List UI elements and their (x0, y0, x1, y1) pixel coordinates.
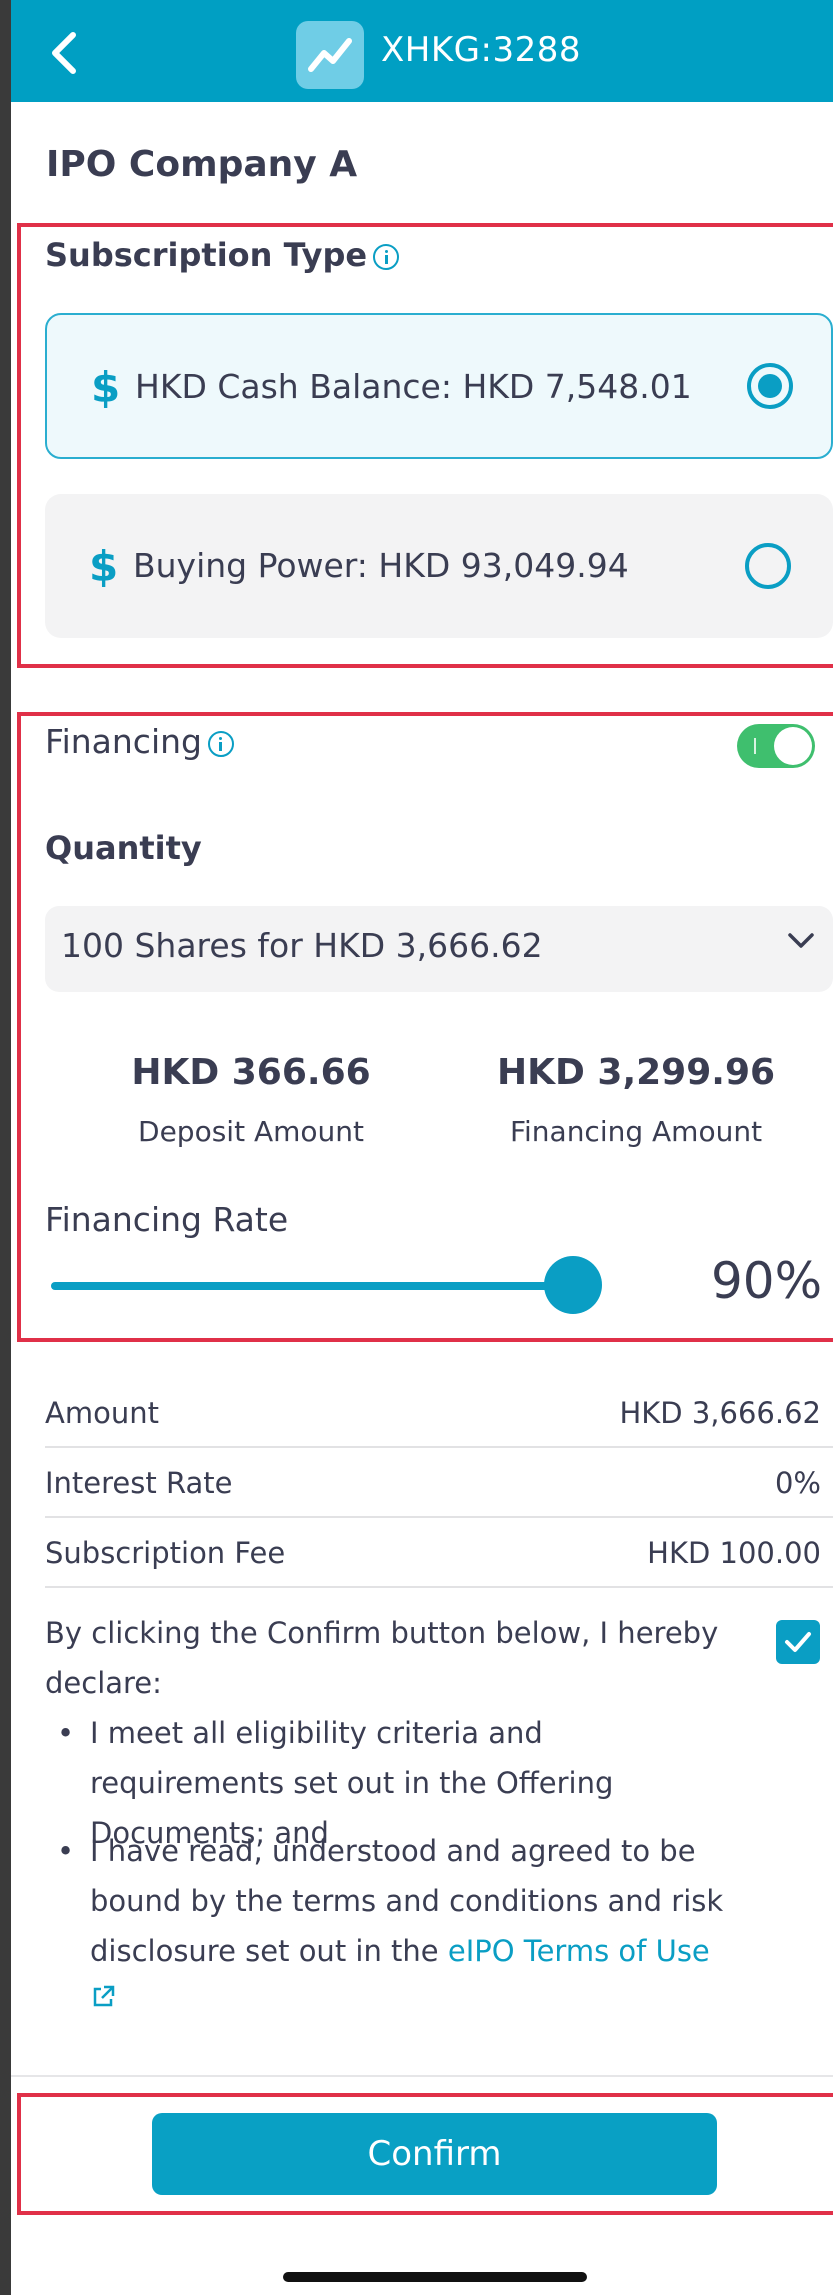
financing-amount-value: HKD 3,299.96 (496, 1052, 776, 1093)
financing-text: Financing (45, 722, 202, 761)
confirm-button[interactable]: Confirm (152, 2113, 717, 2195)
bullet-dot: • (57, 1834, 75, 1868)
declaration-checkbox[interactable] (776, 1620, 820, 1664)
option-label: HKD Cash Balance: HKD 7,548.01 (135, 367, 692, 406)
financing-rate-value: 90% (711, 1252, 823, 1310)
option-cash-balance[interactable]: $ HKD Cash Balance: HKD 7,548.01 (45, 313, 833, 459)
financing-toggle[interactable] (737, 724, 815, 768)
subscription-type-title: Subscription Type (45, 236, 400, 274)
dollar-icon: $ (89, 542, 119, 591)
toggle-knob (774, 727, 812, 765)
back-button[interactable] (37, 26, 91, 80)
declaration-bullet-1: • I meet all eligibility criteria and re… (45, 1708, 745, 1850)
row-value: HKD 3,666.62 (619, 1396, 821, 1430)
footer-divider (11, 2075, 833, 2077)
row-label: Interest Rate (45, 1466, 233, 1500)
financing-rate-label: Financing Rate (45, 1200, 289, 1239)
financing-rate-track[interactable] (51, 1282, 573, 1290)
screen: XHKG:3288 IPO Company A Subscription Typ… (11, 0, 833, 2295)
bullet-dot: • (57, 1716, 75, 1750)
financing-amount-label: Financing Amount (509, 1115, 763, 1148)
deposit-amount-label: Deposit Amount (138, 1115, 364, 1148)
stock-logo (296, 21, 364, 89)
left-edge-strip (0, 0, 11, 2295)
deposit-amount-value: HKD 366.66 (131, 1052, 371, 1093)
quantity-title: Quantity (45, 829, 202, 867)
trend-chart-icon (308, 38, 352, 72)
bullet-text: I have read, understood and agreed to be… (90, 1826, 740, 2026)
dollar-icon: $ (91, 363, 121, 412)
subscription-type-label: Subscription Type (45, 236, 368, 274)
declaration-intro: By clicking the Confirm button below, I … (45, 1616, 719, 1700)
option-buying-power[interactable]: $ Buying Power: HKD 93,049.94 (45, 494, 833, 638)
info-icon[interactable] (207, 730, 234, 757)
top-bar: XHKG:3288 (11, 0, 833, 102)
row-label: Subscription Fee (45, 1536, 286, 1570)
radio-selected[interactable] (747, 363, 793, 409)
toggle-on-mark (754, 738, 756, 754)
financing-label: Financing (45, 722, 234, 761)
row-value: 0% (774, 1466, 821, 1500)
info-icon[interactable] (373, 244, 400, 270)
financing-rate-thumb[interactable] (544, 1256, 602, 1314)
chevron-left-icon (52, 32, 76, 74)
company-name: IPO Company A (46, 144, 358, 185)
summary-row-interest-rate: Interest Rate 0% (45, 1448, 833, 1518)
stock-code-title: XHKG:3288 (381, 30, 581, 70)
financing-highlight (17, 712, 833, 1342)
quantity-value: 100 Shares for HKD 3,666.62 (61, 926, 543, 965)
summary-row-subscription-fee: Subscription Fee HKD 100.00 (45, 1518, 833, 1588)
radio-unselected[interactable] (745, 543, 791, 589)
row-label: Amount (45, 1396, 159, 1430)
checkmark-icon (785, 1632, 811, 1652)
quantity-select[interactable]: 100 Shares for HKD 3,666.62 (45, 906, 833, 992)
row-value: HKD 100.00 (647, 1536, 821, 1570)
eipo-terms-link-label: eIPO Terms of Use (447, 1934, 710, 1968)
declaration-bullet-2: • I have read, understood and agreed to … (45, 1826, 745, 2007)
summary-row-amount: Amount HKD 3,666.62 (45, 1378, 833, 1448)
home-indicator (283, 2272, 587, 2282)
chevron-down-icon (788, 933, 814, 948)
external-link-icon (93, 1985, 115, 2007)
option-label: Buying Power: HKD 93,049.94 (133, 546, 629, 585)
